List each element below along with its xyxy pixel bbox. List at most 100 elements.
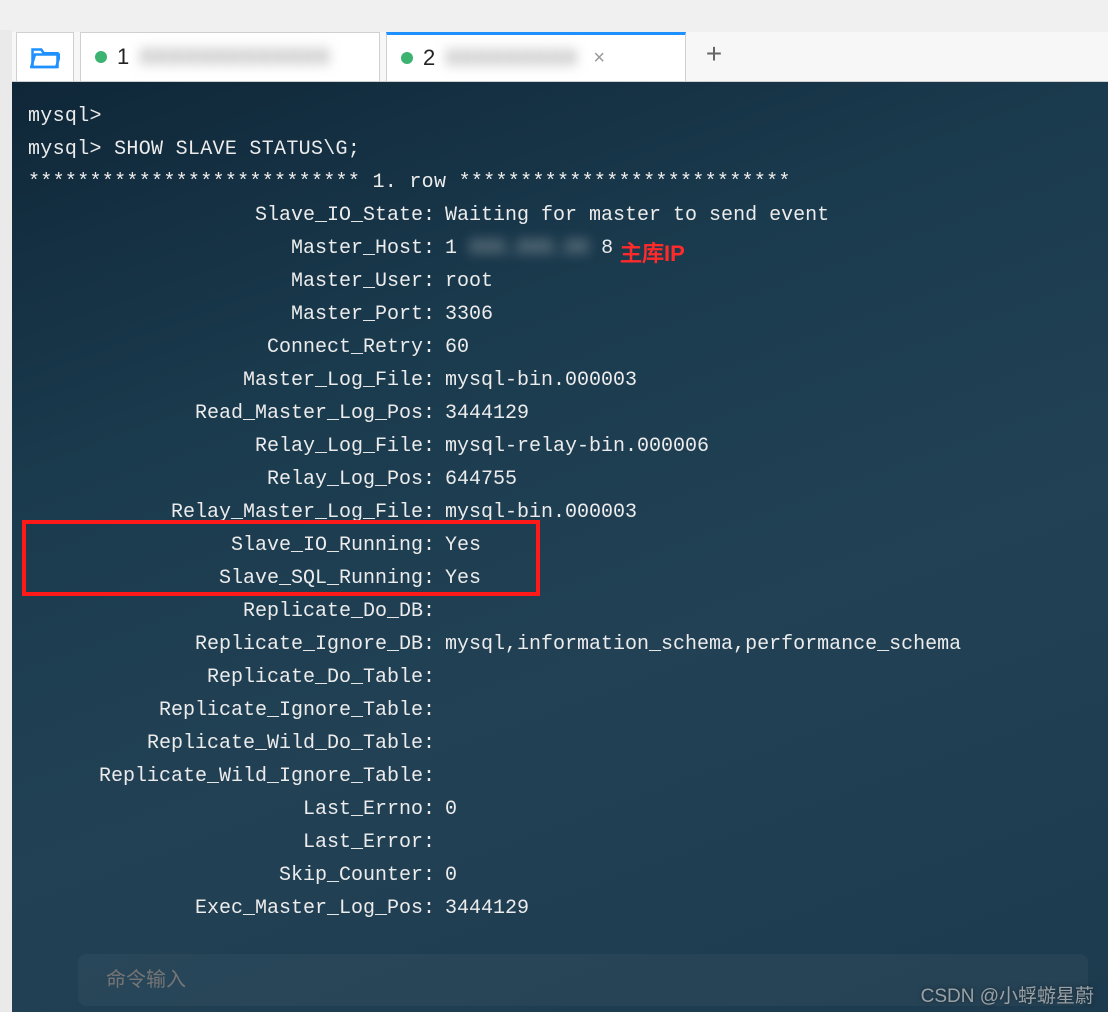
colon: : [423, 826, 439, 859]
prompt-line: mysql> [28, 100, 1092, 133]
status-key: Exec_Master_Log_Pos [28, 892, 423, 925]
status-row: Read_Master_Log_Pos:3444129 [28, 397, 1092, 430]
status-value: 1 XXX.XXX.XX 8 [439, 232, 1092, 265]
tab-2-number: 2 [423, 45, 435, 71]
status-value: mysql-bin.000003 [439, 496, 1092, 529]
status-value [439, 694, 1092, 727]
new-tab-button[interactable]: + [692, 32, 736, 81]
left-margin-strip [0, 30, 12, 1012]
tab-2[interactable]: 2 XXXXXXXXX × [386, 32, 686, 81]
status-key: Skip_Counter [28, 859, 423, 892]
status-row: Replicate_Wild_Ignore_Table: [28, 760, 1092, 793]
tab-2-label-blurred: XXXXXXXXX [445, 45, 577, 71]
close-tab-icon[interactable]: × [593, 47, 605, 70]
status-value: Yes [439, 562, 1092, 595]
status-row: Master_Port:3306 [28, 298, 1092, 331]
status-key: Last_Errno [28, 793, 423, 826]
command-input[interactable] [106, 969, 1060, 992]
status-key: Slave_SQL_Running [28, 562, 423, 595]
status-value: Waiting for master to send event [439, 199, 1092, 232]
open-folder-button[interactable] [16, 32, 74, 81]
status-key: Replicate_Wild_Do_Table [28, 727, 423, 760]
status-value: 3444129 [439, 397, 1092, 430]
status-value: root [439, 265, 1092, 298]
row-header-line: *************************** 1. row *****… [28, 166, 1092, 199]
colon: : [423, 760, 439, 793]
colon: : [423, 430, 439, 463]
folder-open-icon [30, 44, 60, 70]
colon: : [423, 562, 439, 595]
colon: : [423, 463, 439, 496]
status-value [439, 760, 1092, 793]
status-row: Connect_Retry:60 [28, 331, 1092, 364]
status-rows: Slave_IO_State:Waiting for master to sen… [28, 199, 1092, 925]
status-key: Relay_Log_File [28, 430, 423, 463]
status-row: Relay_Master_Log_File:mysql-bin.000003 [28, 496, 1092, 529]
tab-1[interactable]: 1 XXXXXXXXXXXXX [80, 32, 380, 81]
status-row: Master_Log_File:mysql-bin.000003 [28, 364, 1092, 397]
status-key: Replicate_Ignore_Table [28, 694, 423, 727]
status-key: Read_Master_Log_Pos [28, 397, 423, 430]
status-value [439, 826, 1092, 859]
status-value: mysql-relay-bin.000006 [439, 430, 1092, 463]
app-window: 1 XXXXXXXXXXXXX 2 XXXXXXXXX × + mysql> m… [12, 32, 1108, 1012]
command-input-bar[interactable] [78, 954, 1088, 1006]
colon: : [423, 859, 439, 892]
status-value: 60 [439, 331, 1092, 364]
status-key: Slave_IO_Running [28, 529, 423, 562]
colon: : [423, 628, 439, 661]
status-key: Connect_Retry [28, 331, 423, 364]
status-value: mysql-bin.000003 [439, 364, 1092, 397]
status-row: Replicate_Ignore_Table: [28, 694, 1092, 727]
colon: : [423, 298, 439, 331]
colon: : [423, 496, 439, 529]
colon: : [423, 331, 439, 364]
status-row: Master_Host:1 XXX.XXX.XX 8 [28, 232, 1092, 265]
colon: : [423, 727, 439, 760]
status-key: Last_Error [28, 826, 423, 859]
command-line: mysql> SHOW SLAVE STATUS\G; [28, 133, 1092, 166]
status-row: Slave_IO_State:Waiting for master to sen… [28, 199, 1092, 232]
status-key: Master_Port [28, 298, 423, 331]
status-key: Master_Log_File [28, 364, 423, 397]
status-value: 0 [439, 859, 1092, 892]
status-key: Replicate_Do_DB [28, 595, 423, 628]
colon: : [423, 364, 439, 397]
colon: : [423, 232, 439, 265]
status-row: Replicate_Wild_Do_Table: [28, 727, 1092, 760]
status-key: Master_Host [28, 232, 423, 265]
colon: : [423, 199, 439, 232]
status-row: Slave_SQL_Running:Yes [28, 562, 1092, 595]
status-value: 3444129 [439, 892, 1092, 925]
colon: : [423, 265, 439, 298]
colon: : [423, 793, 439, 826]
status-key: Master_User [28, 265, 423, 298]
status-dot-icon [95, 51, 107, 63]
status-row: Last_Error: [28, 826, 1092, 859]
tab-1-number: 1 [117, 44, 129, 70]
annotation-master-ip: 主库IP [620, 236, 685, 268]
status-key: Slave_IO_State [28, 199, 423, 232]
status-value [439, 661, 1092, 694]
status-row: Skip_Counter:0 [28, 859, 1092, 892]
status-value: 3306 [439, 298, 1092, 331]
status-row: Exec_Master_Log_Pos:3444129 [28, 892, 1092, 925]
colon: : [423, 661, 439, 694]
status-value [439, 727, 1092, 760]
tab-1-label-blurred: XXXXXXXXXXXXX [139, 44, 330, 70]
plus-icon: + [706, 41, 723, 72]
terminal-pane[interactable]: mysql> mysql> SHOW SLAVE STATUS\G; *****… [12, 82, 1108, 1012]
tab-bar: 1 XXXXXXXXXXXXX 2 XXXXXXXXX × + [12, 32, 1108, 82]
status-row: Relay_Log_File:mysql-relay-bin.000006 [28, 430, 1092, 463]
status-key: Relay_Log_Pos [28, 463, 423, 496]
status-dot-icon [401, 52, 413, 64]
status-row: Slave_IO_Running:Yes [28, 529, 1092, 562]
colon: : [423, 595, 439, 628]
status-value: 0 [439, 793, 1092, 826]
status-value: 644755 [439, 463, 1092, 496]
status-key: Replicate_Do_Table [28, 661, 423, 694]
status-row: Master_User:root [28, 265, 1092, 298]
status-key: Replicate_Ignore_DB [28, 628, 423, 661]
status-value: mysql,information_schema,performance_sch… [439, 628, 1092, 661]
status-row: Replicate_Do_DB: [28, 595, 1092, 628]
